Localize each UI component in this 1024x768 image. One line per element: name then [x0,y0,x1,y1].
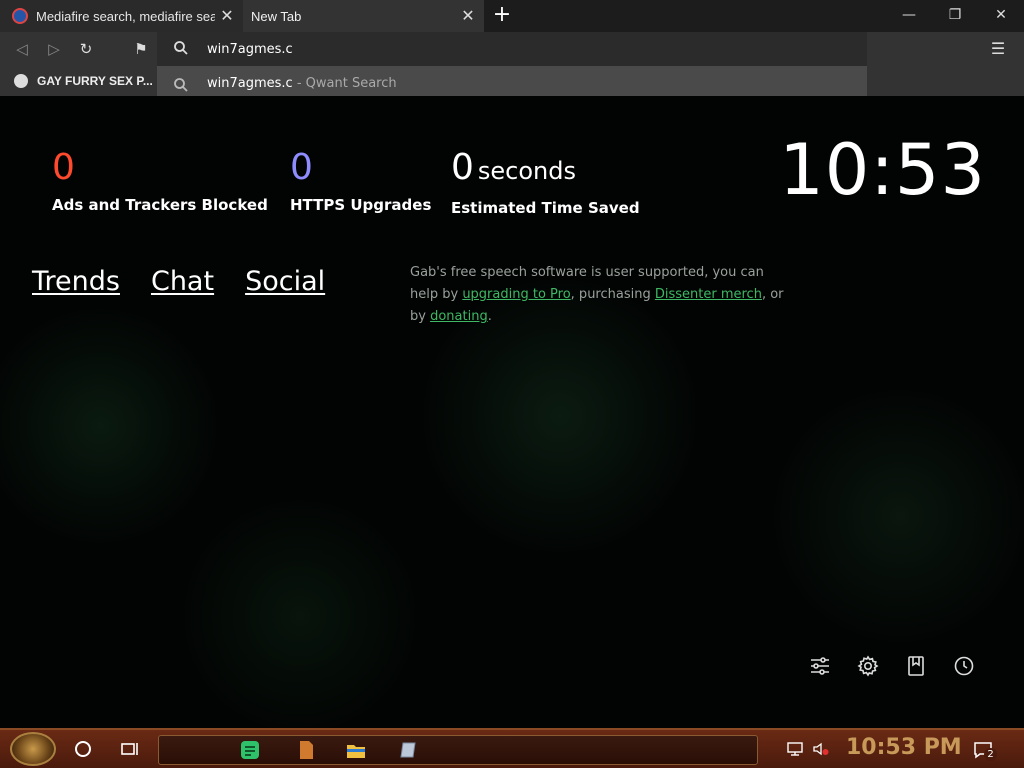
file-explorer-icon[interactable] [345,739,367,761]
search-icon [174,41,188,55]
time-count: 0 [451,147,474,188]
taskbar-clock[interactable]: 10:53 PM [846,735,962,760]
gab-text: . [487,309,492,324]
back-button[interactable]: ◁ [10,37,34,61]
menu-button[interactable]: ☰ [986,37,1010,61]
notification-count: 2 [984,748,997,761]
social-link[interactable]: Social [245,266,325,297]
suggestion-text: win7agmes.c - Qwant Search [207,76,397,91]
tab-title: Mediafire search, mediafire sea [36,8,215,24]
suggestion-query: win7agmes.c [207,76,293,91]
upgrade-pro-link[interactable]: upgrading to Pro [462,287,570,302]
chat-link[interactable]: Chat [151,266,214,297]
site-favicon-icon [12,8,28,24]
new-tab-page: 0 Ads and Trackers Blocked 0 HTTPS Upgra… [0,96,1024,728]
dissenter-merch-link[interactable]: Dissenter merch [655,287,762,302]
bookmarks-icon[interactable] [904,654,928,678]
bookmark-label: GAY FURRY SEX P... [37,74,153,88]
trends-link[interactable]: Trends [32,266,120,297]
search-icon [174,78,188,92]
globe-icon [14,74,28,88]
page-clock: 10:53 [779,129,986,211]
omnibox-input-row [157,32,867,66]
network-icon[interactable] [786,740,804,758]
messaging-app-icon[interactable] [239,739,261,761]
ads-label: Ads and Trackers Blocked [52,196,268,214]
maximize-button[interactable]: ❐ [932,0,978,32]
ads-count: 0 [52,147,75,188]
taskbar: 10:53 PM 2 [0,728,1024,768]
stat-https-upgrades: 0 HTTPS Upgrades [290,147,432,215]
start-button[interactable] [10,732,56,766]
tab-strip: Mediafire search, mediafire sea ✕ New Ta… [0,0,1024,32]
https-label: HTTPS Upgrades [290,196,432,214]
bookmark-button[interactable]: ⚑ [129,37,153,61]
gab-support-message: Gab's free speech software is user suppo… [410,262,790,328]
time-value: 0 seconds [451,148,640,191]
https-count: 0 [290,147,313,188]
volume-muted-icon[interactable] [812,740,830,758]
gab-text: , purchasing [570,287,655,302]
cortana-icon[interactable] [72,738,94,760]
time-label: Estimated Time Saved [451,199,640,217]
address-input[interactable] [207,37,847,61]
notepad-app-icon[interactable] [397,739,419,761]
stat-ads-blocked: 0 Ads and Trackers Blocked [52,147,268,215]
top-links: Trends Chat Social [32,266,325,297]
new-tab-button[interactable]: + [488,2,516,30]
history-icon[interactable] [952,654,976,678]
tab-title: New Tab [251,8,302,24]
sliders-icon[interactable] [808,654,832,678]
suggestion-engine: - Qwant Search [292,76,397,91]
tab-mediafire[interactable]: Mediafire search, mediafire sea ✕ [0,0,243,32]
window-close-button[interactable]: ✕ [978,0,1024,32]
reload-button[interactable]: ↻ [74,37,98,61]
stat-time-saved: 0 seconds Estimated Time Saved [451,148,640,218]
task-view-icon[interactable] [119,738,141,760]
donating-link[interactable]: donating [430,309,488,324]
minimize-button[interactable]: — [886,0,932,32]
tab-new-tab[interactable]: New Tab ✕ [243,0,484,32]
time-unit: seconds [477,157,577,185]
taskbar-apps [158,735,758,765]
forward-button[interactable]: ▷ [42,37,66,61]
omnibox: win7agmes.c - Qwant Search [157,32,867,104]
tab-close-icon[interactable]: ✕ [456,6,480,26]
tab-close-icon[interactable]: ✕ [215,6,239,26]
gear-icon[interactable] [856,654,880,678]
page-actions [808,654,976,678]
bookmark-item[interactable]: GAY FURRY SEX P... [14,72,153,90]
document-app-icon[interactable] [295,739,317,761]
